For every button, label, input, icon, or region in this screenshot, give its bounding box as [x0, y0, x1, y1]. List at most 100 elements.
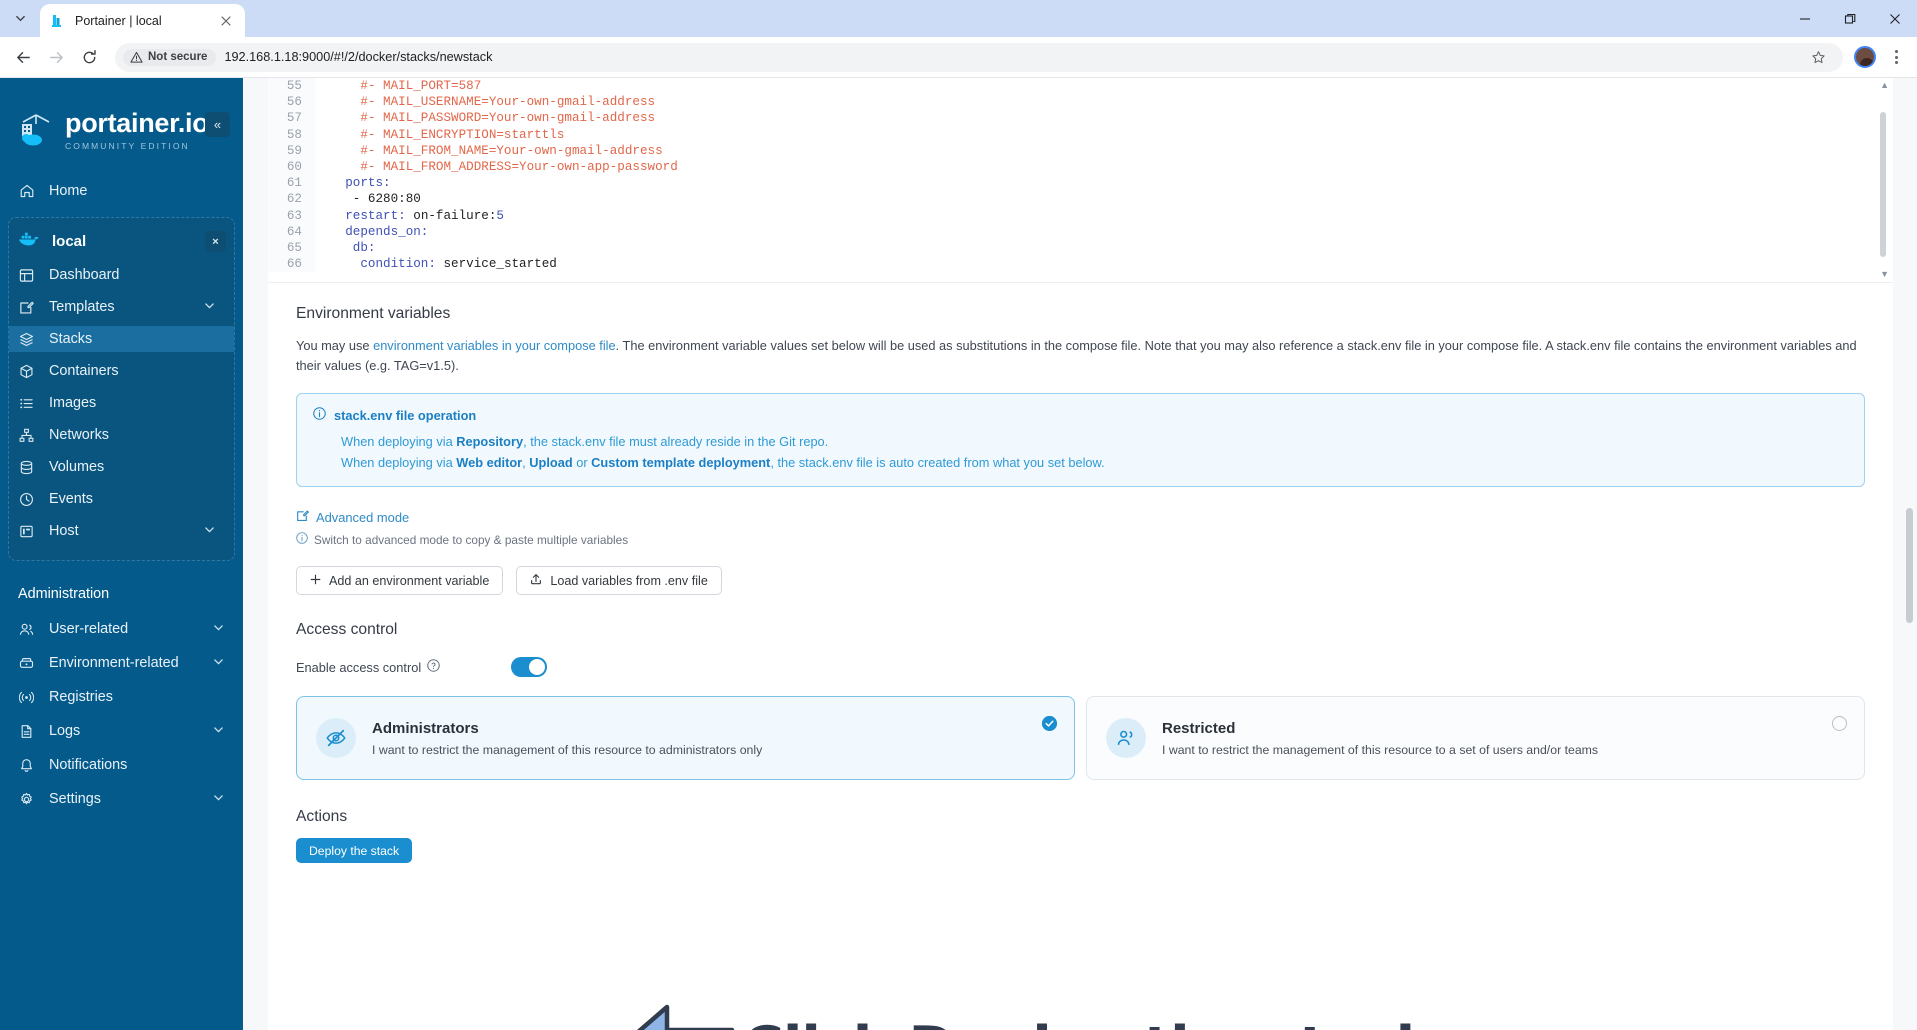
code-line[interactable]: 59 #- MAIL_FROM_NAME=Your-own-gmail-addr… [268, 142, 1893, 159]
reload-button[interactable] [74, 42, 104, 72]
code-line-text: #- MAIL_ENCRYPTION=starttls [315, 127, 565, 142]
stacks-layers-icon [18, 331, 35, 348]
sidebar-item-events[interactable]: Events [9, 486, 234, 512]
window-close-button[interactable] [1872, 0, 1917, 37]
access-option-restricted[interactable]: Restricted I want to restrict the manage… [1086, 696, 1865, 780]
page-scrollbar-thumb[interactable] [1906, 508, 1913, 623]
info-box-line-2: When deploying via Web editor, Upload or… [313, 454, 1848, 471]
sidebar-item-dashboard[interactable]: Dashboard [9, 262, 234, 288]
code-line[interactable]: 61 ports: [268, 175, 1893, 192]
sidebar-item-templates[interactable]: Templates [9, 294, 234, 320]
code-line[interactable]: 66 condition: service_started [268, 256, 1893, 273]
portainer-logo[interactable]: portainer.io COMMUNITY EDITION « [0, 102, 243, 160]
sidebar-item-environment-related[interactable]: Environment-related [0, 650, 243, 676]
sidebar-item-logs[interactable]: Logs [0, 718, 243, 744]
security-status-badge[interactable]: Not secure [123, 48, 217, 66]
sidebar-environment-close-icon[interactable]: × [205, 231, 226, 252]
access-option-administrators[interactable]: Administrators I want to restrict the ma… [296, 696, 1075, 780]
sidebar-item-images[interactable]: Images [9, 390, 234, 416]
compose-editor[interactable]: 55 #- MAIL_PORT=587 56 #- MAIL_USERNAME=Y… [268, 78, 1893, 283]
code-line[interactable]: 64 depends_on: [268, 223, 1893, 240]
code-line[interactable]: 56 #- MAIL_USERNAME=Your-own-gmail-addre… [268, 94, 1893, 111]
sidebar-item-user-related[interactable]: User-related [0, 616, 243, 642]
sidebar-item-networks[interactable]: Networks [9, 422, 234, 448]
url-text[interactable]: 192.168.1.18:9000/#!/2/docker/stacks/new… [224, 50, 1797, 64]
sidebar-item-label: Containers [49, 363, 119, 379]
tab-search-chevron-down-icon[interactable] [0, 0, 40, 37]
sidebar-item-notifications[interactable]: Notifications [0, 752, 243, 778]
code-lines[interactable]: 55 #- MAIL_PORT=587 56 #- MAIL_USERNAME=Y… [268, 78, 1893, 273]
editor-scroll-up-icon[interactable]: ▲ [1880, 80, 1889, 90]
home-icon [18, 183, 35, 200]
dashboard-icon [18, 267, 35, 284]
editor-scrollbar-thumb[interactable] [1880, 112, 1886, 257]
chevron-down-icon[interactable] [204, 300, 215, 314]
chevron-down-icon[interactable] [213, 656, 224, 670]
registries-broadcast-icon [18, 689, 35, 706]
editor-scroll-down-icon[interactable]: ▼ [1880, 269, 1889, 279]
sidebar-item-containers[interactable]: Containers [9, 358, 234, 384]
portainer-favicon [50, 13, 66, 29]
chevron-down-icon[interactable] [213, 792, 224, 806]
code-line-text: depends_on: [315, 224, 429, 239]
chevron-down-icon[interactable] [213, 622, 224, 636]
chevron-down-icon[interactable] [213, 724, 224, 738]
code-line-number: 62 [268, 191, 315, 208]
code-line-number: 57 [268, 110, 315, 127]
sidebar-collapse-button[interactable]: « [205, 112, 230, 137]
line1-repository: Repository [456, 434, 524, 449]
back-button[interactable] [8, 42, 38, 72]
add-environment-variable-button[interactable]: Add an environment variable [296, 566, 504, 595]
info-box-line-1: When deploying via Repository, the stack… [313, 433, 1848, 450]
access-option-title: Administrators [372, 719, 479, 737]
code-line[interactable]: 57 #- MAIL_PASSWORD=Your-own-gmail-addre… [268, 110, 1893, 127]
sidebar-item-host[interactable]: Host [9, 518, 234, 544]
radio-empty-icon[interactable] [1832, 716, 1847, 731]
logo-text-block: portainer.io COMMUNITY EDITION [65, 109, 209, 153]
profile-avatar[interactable] [1854, 46, 1876, 68]
advanced-mode-toggle[interactable]: Advanced mode [296, 509, 1865, 525]
bookmark-star-icon[interactable] [1805, 44, 1831, 70]
check-circle-icon[interactable] [1042, 716, 1057, 731]
sidebar-item-home[interactable]: Home [0, 178, 243, 204]
sidebar-environment-header[interactable]: local × [9, 226, 234, 256]
env-var-buttons: Add an environment variable Load variabl… [296, 566, 1865, 595]
sidebar-item-settings[interactable]: Settings [0, 786, 243, 812]
code-line[interactable]: 60 #- MAIL_FROM_ADDRESS=Your-own-app-pas… [268, 158, 1893, 176]
users-group-icon [1106, 718, 1146, 758]
compose-env-vars-link[interactable]: environment variables in your compose fi… [373, 338, 616, 353]
code-line-text: ports: [315, 176, 391, 191]
browser-tab[interactable]: Portainer | local [40, 4, 245, 37]
code-line[interactable]: 62 - 6280:80 [268, 191, 1893, 208]
code-line[interactable]: 65 db: [268, 239, 1893, 257]
chevron-down-icon[interactable] [204, 524, 215, 538]
images-list-icon [18, 395, 35, 412]
window-maximize-button[interactable] [1827, 0, 1872, 37]
upload-icon [530, 573, 542, 588]
question-circle-icon[interactable] [427, 659, 440, 675]
sidebar-item-label: Volumes [49, 459, 105, 475]
access-control-options: Administrators I want to restrict the ma… [296, 696, 1865, 780]
address-bar[interactable]: Not secure 192.168.1.18:9000/#!/2/docker… [115, 42, 1843, 72]
code-line[interactable]: 55 #- MAIL_PORT=587 [268, 78, 1893, 95]
browser-menu-kebab-icon[interactable] [1883, 44, 1909, 70]
deploy-the-stack-button[interactable]: Deploy the stack [296, 838, 413, 863]
security-status-label: Not secure [148, 51, 208, 63]
code-line[interactable]: 58 #- MAIL_ENCRYPTION=starttls [268, 126, 1893, 143]
stack-form-card: 55 #- MAIL_PORT=587 56 #- MAIL_USERNAME=Y… [268, 78, 1893, 1030]
users-icon [18, 621, 35, 638]
enable-access-control-toggle[interactable] [511, 657, 547, 677]
code-line-text: - 6280:80 [315, 192, 421, 207]
tab-close-icon[interactable] [217, 12, 235, 30]
window-minimize-button[interactable] [1782, 0, 1827, 37]
sidebar-item-volumes[interactable]: Volumes [9, 454, 234, 480]
load-variables-from-env-file-button[interactable]: Load variables from .env file [516, 566, 722, 595]
forward-button[interactable] [41, 42, 71, 72]
sidebar-item-stacks[interactable]: Stacks [9, 326, 234, 352]
sidebar-item-registries[interactable]: Registries [0, 684, 243, 710]
edit-square-icon [296, 509, 309, 525]
environment-variables-heading: Environment variables [296, 305, 451, 322]
container-box-icon [18, 363, 35, 380]
code-line[interactable]: 63 restart: on-failure:5 [268, 207, 1893, 224]
code-line-number: 61 [268, 175, 315, 192]
